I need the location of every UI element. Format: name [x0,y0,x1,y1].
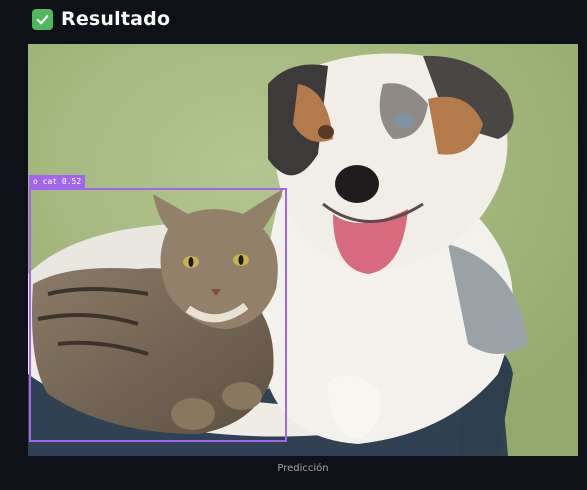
prediction-image: o cat 0.52 [28,44,578,456]
cat-bounding-box [29,188,287,442]
result-title: Resultado [61,8,171,30]
check-mark-icon [32,8,53,30]
image-caption: Predicción [277,463,329,474]
cat-detection-label: o cat 0.52 [29,175,86,188]
result-header: Resultado [32,6,170,32]
